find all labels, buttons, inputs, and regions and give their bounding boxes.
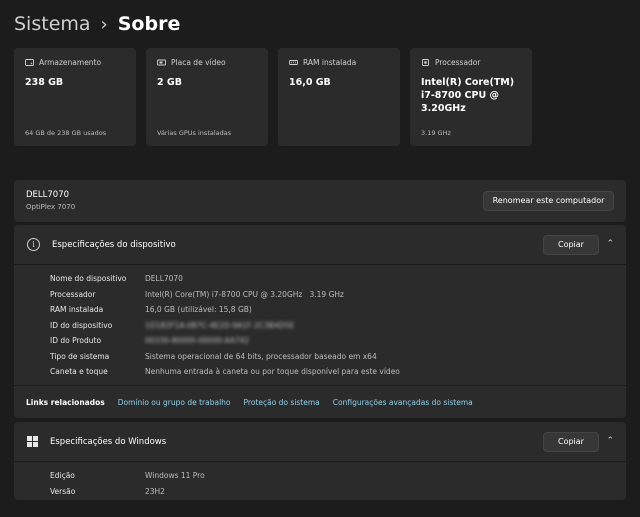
gpu-icon [157,58,166,67]
breadcrumb-separator-icon: › [100,13,108,35]
windows-specs-list: Edição Windows 11 Pro Versão 23H2 [14,462,626,499]
spec-value-redacted: 1D1B2F1A-0B7C-4E2D-9A1F-2C3B4D5E [145,320,295,330]
windows-logo-icon [27,436,38,447]
section-title: Especificações do dispositivo [52,239,176,250]
summary-cards: Armazenamento 238 GB 64 GB de 238 GB usa… [14,48,532,146]
spec-label: RAM instalada [50,305,104,315]
card-gpu: Placa de vídeo 2 GB Várias GPUs instalad… [146,48,268,146]
device-specs-section: i Especificações do dispositivo Copiar ⌃… [14,225,626,418]
windows-specs-header[interactable]: Especificações do Windows Copiar ⌃ [14,422,626,462]
device-specs-list: Nome do dispositivo DELL7070 Processador… [14,265,626,380]
spec-value: Sistema operacional de 64 bits, processa… [145,351,377,361]
spec-row: Versão 23H2 [50,484,626,500]
processor-icon [421,58,430,67]
spec-label: Processador [50,289,96,299]
card-value: 16,0 GB [289,77,331,88]
spec-row: Caneta e toque Nenhuma entrada à caneta … [50,364,626,380]
spec-row: ID do Produto 00330-80000-00000-AA742 [50,333,626,349]
link-domain-workgroup[interactable]: Domínio ou grupo de trabalho [118,398,231,407]
copy-windows-specs-button[interactable]: Copiar [543,432,599,452]
spec-label: Caneta e toque [50,367,108,377]
spec-label: ID do Produto [50,336,102,346]
spec-row: Processador Intel(R) Core(TM) i7-8700 CP… [50,287,626,303]
spec-row: Edição Windows 11 Pro [50,468,626,484]
device-specs-header[interactable]: i Especificações do dispositivo Copiar ⌃ [14,225,626,265]
breadcrumb-parent[interactable]: Sistema [14,13,91,35]
storage-icon [25,58,34,67]
copy-device-specs-button[interactable]: Copiar [543,235,599,255]
spec-value: 16,0 GB (utilizável: 15,8 GB) [145,305,252,315]
spec-label: Nome do dispositivo [50,274,127,284]
breadcrumb: Sistema › Sobre [14,13,180,35]
spec-row: ID do dispositivo 1D1B2F1A-0B7C-4E2D-9A1… [50,318,626,334]
spec-value: Intel(R) Core(TM) i7-8700 CPU @ 3.20GHz … [145,289,344,299]
computer-name-section: DELL7070 OptiPlex 7070 Renomear este com… [14,180,626,222]
card-processor: Processador Intel(R) Core(TM) i7-8700 CP… [410,48,532,146]
settings-about-page: Sistema › Sobre Armazenamento 238 GB 64 … [0,0,640,517]
rename-computer-button[interactable]: Renomear este computador [483,191,614,211]
spec-row: Tipo de sistema Sistema operacional de 6… [50,349,626,365]
card-title: RAM instalada [303,58,357,67]
related-links: Links relacionados Domínio ou grupo de t… [14,385,626,418]
card-title: Placa de vídeo [171,58,226,67]
card-title: Processador [435,58,481,67]
spec-value: 23H2 [145,486,165,496]
page-title: Sobre [117,13,181,35]
card-subtitle: 64 GB de 238 GB usados [25,129,107,137]
chevron-up-icon[interactable]: ⌃ [606,436,614,446]
spec-value-redacted: 00330-80000-00000-AA742 [145,336,250,346]
spec-row: RAM instalada 16,0 GB (utilizável: 15,8 … [50,302,626,318]
spec-label: Edição [50,471,75,481]
spec-value: DELL7070 [145,274,183,284]
ram-icon [289,58,298,67]
card-storage: Armazenamento 238 GB 64 GB de 238 GB usa… [14,48,136,146]
windows-specs-section: Especificações do Windows Copiar ⌃ Ediçã… [14,422,626,500]
card-value: Intel(R) Core(TM) i7-8700 CPU @ 3.20GHz [421,77,515,114]
spec-label: Tipo de sistema [50,351,110,361]
link-system-protection[interactable]: Proteção do sistema [244,398,320,407]
spec-row: Nome do dispositivo DELL7070 [50,271,626,287]
card-subtitle: Várias GPUs instaladas [157,129,232,137]
card-subtitle: 3.19 GHz [421,129,451,137]
info-icon: i [27,238,40,251]
related-links-label: Links relacionados [26,397,105,407]
card-value: 238 GB [25,77,64,88]
section-title: Especificações do Windows [50,436,167,447]
card-title: Armazenamento [39,58,102,67]
card-ram: RAM instalada 16,0 GB [278,48,400,146]
spec-value: Nenhuma entrada à caneta ou por toque di… [145,367,400,377]
card-value: 2 GB [157,77,182,88]
spec-label: Versão [50,486,76,496]
chevron-up-icon[interactable]: ⌃ [606,239,614,249]
spec-value: Windows 11 Pro [145,471,205,481]
link-advanced-system-settings[interactable]: Configurações avançadas do sistema [333,398,473,407]
spec-label: ID do dispositivo [50,320,113,330]
